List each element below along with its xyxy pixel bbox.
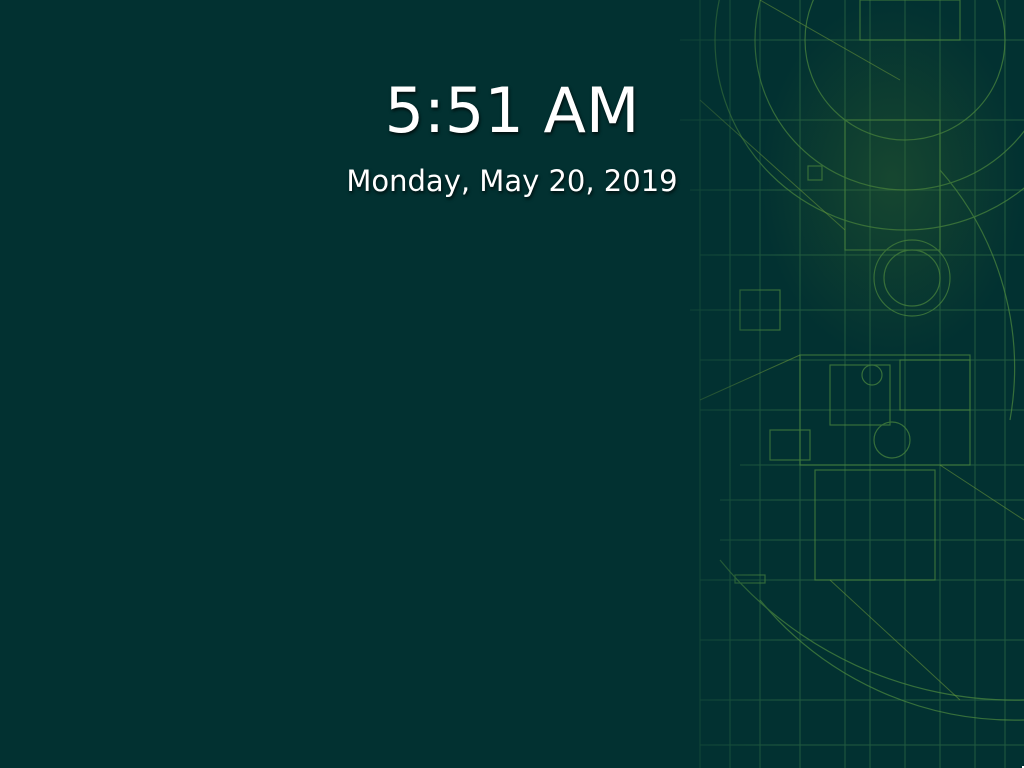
lock-screen: 5:51 AM Monday, May 20, 2019	[0, 0, 1024, 768]
clock-date: Monday, May 20, 2019	[346, 164, 678, 198]
clock-time: 5:51 AM	[384, 74, 640, 147]
